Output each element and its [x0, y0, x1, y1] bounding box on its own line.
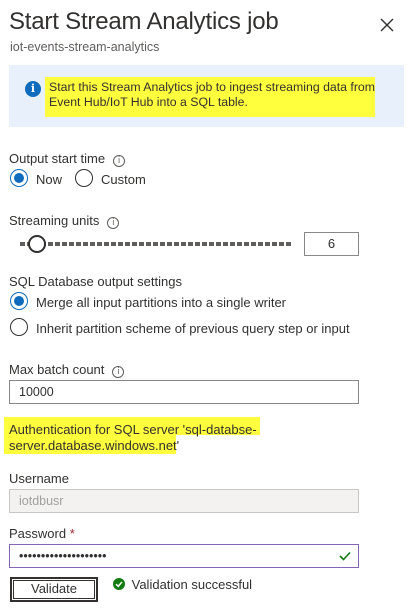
password-label-text: Password [9, 526, 67, 541]
max-batch-label: Max batch count i [9, 362, 125, 378]
radio-merge-partitions[interactable] [10, 292, 28, 310]
streaming-units-input[interactable]: 6 [304, 232, 359, 256]
radio-custom[interactable] [75, 169, 93, 187]
checkmark-icon [339, 551, 351, 561]
radio-inherit-partitions-label: Inherit partition scheme of previous que… [36, 321, 350, 336]
password-value: •••••••••••••••••••• [19, 549, 107, 563]
page-title: Start Stream Analytics job [9, 8, 279, 35]
username-input[interactable]: iotdbusr [9, 489, 359, 513]
sql-output-label: SQL Database output settings [9, 274, 182, 289]
radio-merge-partitions-label: Merge all input partitions into a single… [36, 295, 287, 310]
streaming-units-label-text: Streaming units [9, 213, 100, 228]
streaming-units-slider[interactable] [20, 242, 293, 246]
max-batch-input[interactable]: 10000 [9, 380, 359, 404]
validate-button[interactable]: Validate [10, 577, 98, 602]
validation-status: Validation successful [113, 577, 252, 592]
help-icon[interactable]: i [107, 217, 120, 229]
output-start-time-label-text: Output start time [9, 151, 106, 166]
password-input[interactable]: •••••••••••••••••••• [9, 544, 359, 568]
success-icon [113, 578, 125, 590]
info-icon: i [25, 81, 41, 97]
info-banner: i Start this Stream Analytics job to ing… [9, 65, 404, 127]
page-subtitle: iot-events-stream-analytics [10, 40, 160, 54]
info-text: Start this Stream Analytics job to inges… [49, 80, 376, 109]
max-batch-label-text: Max batch count [9, 362, 105, 377]
radio-inherit-partitions[interactable] [10, 318, 28, 336]
close-icon[interactable] [376, 14, 398, 36]
password-label: Password * [9, 526, 75, 541]
help-icon[interactable]: i [113, 155, 126, 167]
validation-status-text: Validation successful [131, 577, 253, 592]
radio-custom-label: Custom [101, 172, 146, 187]
radio-now[interactable] [10, 169, 28, 187]
slider-thumb[interactable] [28, 235, 46, 253]
radio-now-label: Now [36, 172, 63, 187]
username-label: Username [9, 471, 69, 486]
output-start-time-label: Output start time i [9, 151, 126, 167]
required-marker: * [69, 526, 75, 541]
streaming-units-label: Streaming units i [9, 213, 120, 229]
help-icon[interactable]: i [112, 366, 125, 378]
auth-heading: Authentication for SQL server 'sql-datab… [9, 422, 257, 453]
